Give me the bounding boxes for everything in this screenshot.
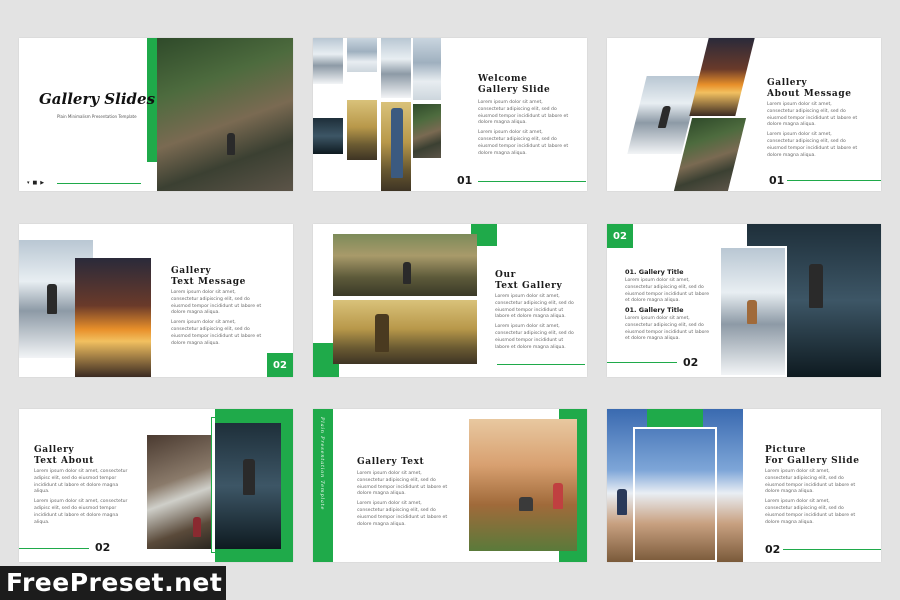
slide-number: 01 — [769, 174, 785, 187]
slide-number: 02 — [683, 356, 699, 369]
photo-tile-5 — [313, 118, 343, 154]
paragraph-2: Lorem ipsum dolor sit amet, consectetur … — [357, 501, 448, 527]
hiker-figure — [657, 106, 672, 128]
paragraph-1: Lorem ipsum dolor sit amet, consectetur … — [357, 471, 448, 497]
heading-2: 01. Gallery Title — [625, 306, 684, 314]
paragraph-2: Lorem ipsum dolor sit amet, consectetur … — [478, 130, 569, 156]
hiker-figure — [809, 264, 823, 308]
hiker-figure — [403, 262, 411, 284]
paragraph-2: Lorem ipsum dolor sit amet, consectetur … — [495, 324, 574, 350]
slide-5-text-gallery[interactable]: Our Text Gallery Lorem ipsum dolor sit a… — [313, 224, 587, 377]
watermark: FreePreset.net — [0, 566, 226, 600]
paragraph-1: Lorem ipsum dolor sit amet, consectetur … — [34, 469, 128, 495]
slide-title: Gallery Text About — [34, 445, 95, 466]
paragraph-1: Lorem ipsum dolor sit amet, consectetur … — [171, 290, 262, 316]
slide-number: 01 — [457, 174, 473, 187]
paragraph-1: Lorem ipsum dolor sit amet, consectetur … — [765, 469, 856, 495]
slide-number: 02 — [95, 541, 111, 554]
slide-body: Lorem ipsum dolor sit amet, consectetur … — [357, 471, 449, 531]
paragraph-2: Lorem ipsum dolor sit amet, consectetur … — [171, 320, 262, 346]
divider-line — [478, 181, 586, 182]
paragraph-2: Lorem ipsum dolor sit amet, consectetur … — [765, 499, 856, 525]
slide-4-text-message[interactable]: Gallery Text Message Lorem ipsum dolor s… — [19, 224, 293, 377]
photo-skewed-2 — [689, 38, 755, 116]
slide-8-gallery-text[interactable]: Plain Presentation Template Gallery Text… — [313, 409, 587, 562]
accent-top-bar — [647, 409, 703, 427]
hiker-figure — [47, 284, 57, 314]
photo-forest-hiker — [157, 38, 293, 191]
paragraph-2: Lorem ipsum dolor sit amet, consectetur … — [34, 499, 128, 525]
hiker-figure — [617, 489, 627, 515]
photo-tile-7 — [381, 102, 411, 191]
slide-9-picture[interactable]: Picture For Gallery Slide Lorem ipsum do… — [607, 409, 881, 562]
slide-2-welcome[interactable]: Welcome Gallery Slide Lorem ipsum dolor … — [313, 38, 587, 191]
divider-line — [497, 364, 585, 365]
hiker-figure — [243, 459, 255, 495]
photo-snow-trees — [719, 246, 787, 377]
photo-tile-4 — [413, 38, 441, 100]
hiker-figure — [227, 133, 235, 155]
slide-number: 02 — [765, 543, 781, 556]
slide-7-text-about[interactable]: Gallery Text About Lorem ipsum dolor sit… — [19, 409, 293, 562]
hiker-figure — [747, 300, 757, 324]
photo-summit — [215, 423, 281, 549]
photo-tile-8 — [413, 104, 441, 158]
paragraph-1: Lorem ipsum dolor sit amet, consectetur … — [478, 100, 569, 126]
hiker-figure — [391, 108, 403, 178]
photo-frame — [633, 427, 717, 562]
slide-body: Lorem ipsum dolor sit amet, consectetur … — [495, 294, 579, 354]
photo-tile-3 — [381, 38, 411, 98]
photo-tile-1 — [313, 38, 343, 84]
slide-1-cover[interactable]: Gallery Slides Plain Minimalism Presenta… — [19, 38, 293, 191]
paragraph-2: Lorem ipsum dolor sit amet, consectetur … — [625, 316, 710, 342]
photo-sunset-climber — [75, 258, 151, 377]
divider-line — [783, 549, 881, 550]
paragraph-1: Lorem ipsum dolor sit amet, consectetur … — [625, 278, 710, 304]
photo-tile-2 — [347, 38, 377, 72]
slide-title: Gallery About Message — [767, 78, 852, 99]
slide-number-badge: 02 — [267, 353, 293, 377]
cover-subtitle: Plain Minimalism Presentation Template — [57, 114, 137, 119]
slide-title: Picture For Gallery Slide — [765, 445, 860, 466]
slide-3-about[interactable]: Gallery About Message Lorem ipsum dolor … — [607, 38, 881, 191]
slide-body: Lorem ipsum dolor sit amet, consectetur … — [478, 100, 570, 160]
slide-body: Lorem ipsum dolor sit amet, consectetur … — [765, 469, 857, 529]
hiker-figure — [193, 517, 201, 537]
hiker-figure — [553, 483, 563, 509]
slide-title: Gallery Text — [357, 457, 425, 467]
slide-title: Welcome Gallery Slide — [478, 74, 551, 95]
social-icons: ▾■▶ — [27, 180, 47, 186]
slide-title: Gallery Text Message — [171, 266, 246, 287]
photo-tile-6 — [347, 100, 377, 160]
divider-line — [607, 362, 677, 363]
youtube-icon[interactable]: ▶ — [40, 180, 47, 186]
slide-body: Lorem ipsum dolor sit amet, consectetur … — [767, 102, 859, 162]
photo-waterfall — [147, 435, 211, 549]
vertical-label: Plain Presentation Template — [319, 417, 325, 511]
cover-title: Gallery Slides — [39, 90, 156, 108]
slide-title: Our Text Gallery — [495, 270, 563, 291]
slide-body: Lorem ipsum dolor sit amet, consectetur … — [171, 290, 263, 350]
heading-1: 01. Gallery Title — [625, 268, 684, 276]
slide-body: Lorem ipsum dolor sit amet, consectetur … — [34, 469, 134, 529]
divider-line — [19, 548, 89, 549]
photo-valley-hiker — [333, 234, 477, 296]
photo-autumn-hikers — [469, 419, 577, 551]
slide-number-badge-top: 02 — [607, 224, 633, 248]
divider-line — [57, 183, 141, 184]
photo-golden-hiker — [333, 300, 477, 364]
paragraph-2: Lorem ipsum dolor sit amet, consectetur … — [767, 132, 858, 158]
paragraph-1: Lorem ipsum dolor sit amet, consectetur … — [767, 102, 858, 128]
slide-6-gallery-titles[interactable]: 02 01. Gallery Title Lorem ipsum dolor s… — [607, 224, 881, 377]
hiker-figure — [375, 314, 389, 352]
divider-line — [787, 180, 881, 181]
hiker-figure — [519, 497, 533, 511]
paragraph-1: Lorem ipsum dolor sit amet, consectetur … — [495, 294, 574, 320]
